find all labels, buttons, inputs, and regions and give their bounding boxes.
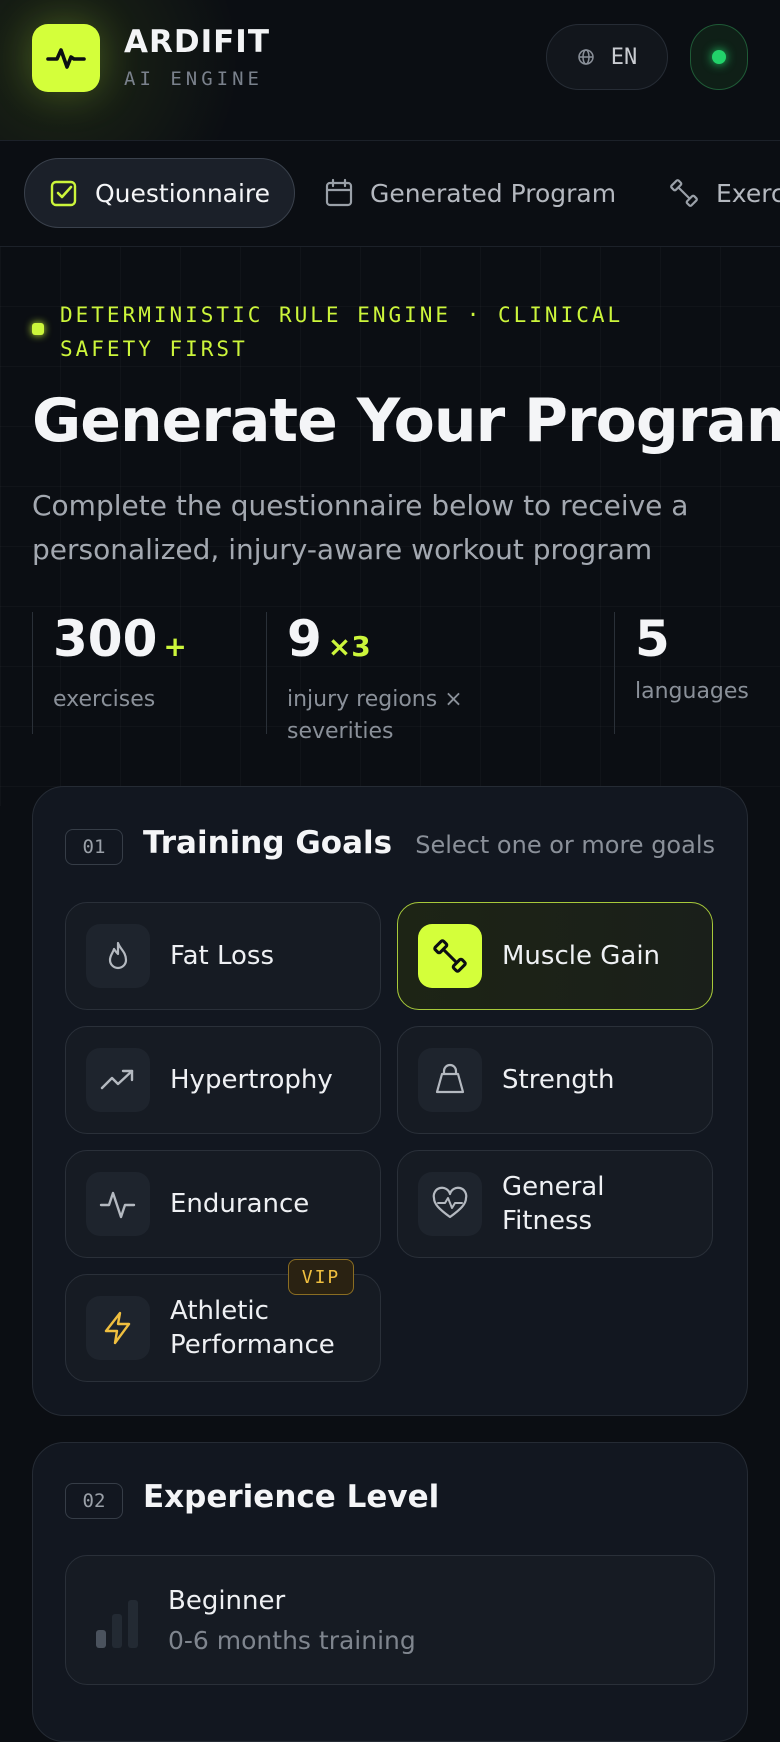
stat-value: 5 [635,610,670,668]
vip-badge: VIP [288,1259,354,1295]
stat-label: injury regions × severities [287,687,463,744]
stat-suffix: + [163,630,187,663]
tab-label: Questionnaire [95,178,271,208]
tab-questionnaire[interactable]: Questionnaire [24,158,296,228]
level-description: 0-6 months training [168,1626,416,1655]
goal-option-fat-loss[interactable]: Fat Loss [65,902,381,1010]
language-selector-button[interactable]: EN [546,24,668,90]
stat-label: languages [635,679,749,704]
tab-generated-program[interactable]: Generated Program [324,158,616,228]
goal-option-strength[interactable]: Strength [397,1026,713,1134]
stat-languages: 5 languages [614,612,764,734]
stat-exercises: 300 + exercises [32,612,232,734]
section-hint: Select one or more goals [415,831,715,859]
pulse-icon [99,1191,136,1219]
stat-value: 300 [53,610,158,668]
level-option-beginner[interactable]: Beginner 0-6 months training [65,1555,715,1685]
level-name: Beginner [168,1586,286,1616]
brand-name: ARDIFIT [124,24,270,60]
dumbbell-icon [670,179,698,207]
flame-icon [108,941,128,970]
section-title: Training Goals [143,825,393,861]
brand-subtitle: AI ENGINE [124,68,263,90]
pulse-logo-icon [46,48,86,69]
stat-suffix: ×3 [327,630,371,663]
goal-label: Muscle Gain [502,941,661,971]
status-dot [712,50,726,64]
signal-bars-icon [96,1596,144,1648]
logo[interactable] [32,24,100,92]
page-subtitle: Complete the questionnaire below to rece… [32,489,689,566]
page-title: Generate Your Program [32,386,780,456]
calendar-icon [325,178,353,207]
goal-label: General Fitness [502,1172,605,1236]
goal-option-athletic-performance[interactable]: Athletic Performance VIP [65,1259,381,1382]
lightning-icon [104,1311,131,1345]
heart-pulse-icon [432,1186,468,1219]
section-title: Experience Level [143,1479,440,1515]
dumbbell-icon [433,939,467,973]
tab-label: Generated Program [370,178,617,208]
checkbox-icon [50,180,77,207]
goal-option-endurance[interactable]: Endurance [65,1150,381,1258]
tab-label: Exercises [716,178,780,208]
globe-icon [578,49,594,65]
main-tabs: Questionnaire Generated Program Exercise… [0,140,780,247]
app-header: ARDIFIT AI ENGINE EN [0,0,780,141]
stat-label: exercises [53,687,156,712]
goal-label: Fat Loss [170,941,274,971]
tab-exercises[interactable]: Exercises [668,158,780,228]
goal-option-hypertrophy[interactable]: Hypertrophy [65,1026,381,1134]
goal-option-general-fitness[interactable]: General Fitness [397,1150,713,1258]
stat-value: 9 [287,610,322,668]
goal-label: Endurance [170,1189,310,1219]
goal-label: Hypertrophy [170,1065,333,1095]
goal-label: Strength [502,1065,615,1095]
training-goals-card: 01 Training Goals Select one or more goa… [32,786,748,1416]
step-number: 02 [65,1483,123,1519]
trending-up-icon [100,1069,134,1090]
experience-level-card: 02 Experience Level Beginner 0-6 months … [32,1442,748,1742]
step-number: 01 [65,829,123,865]
goal-option-muscle-gain[interactable]: Muscle Gain [397,902,713,1010]
language-code: EN [610,44,638,70]
kettlebell-icon [435,1063,465,1094]
hero-kicker: DETERMINISTIC RULE ENGINE · CLINICAL SAF… [60,303,624,361]
status-indicator-button[interactable] [690,24,748,90]
stat-injury-regions: 9 ×3 injury regions × severities [266,610,566,744]
